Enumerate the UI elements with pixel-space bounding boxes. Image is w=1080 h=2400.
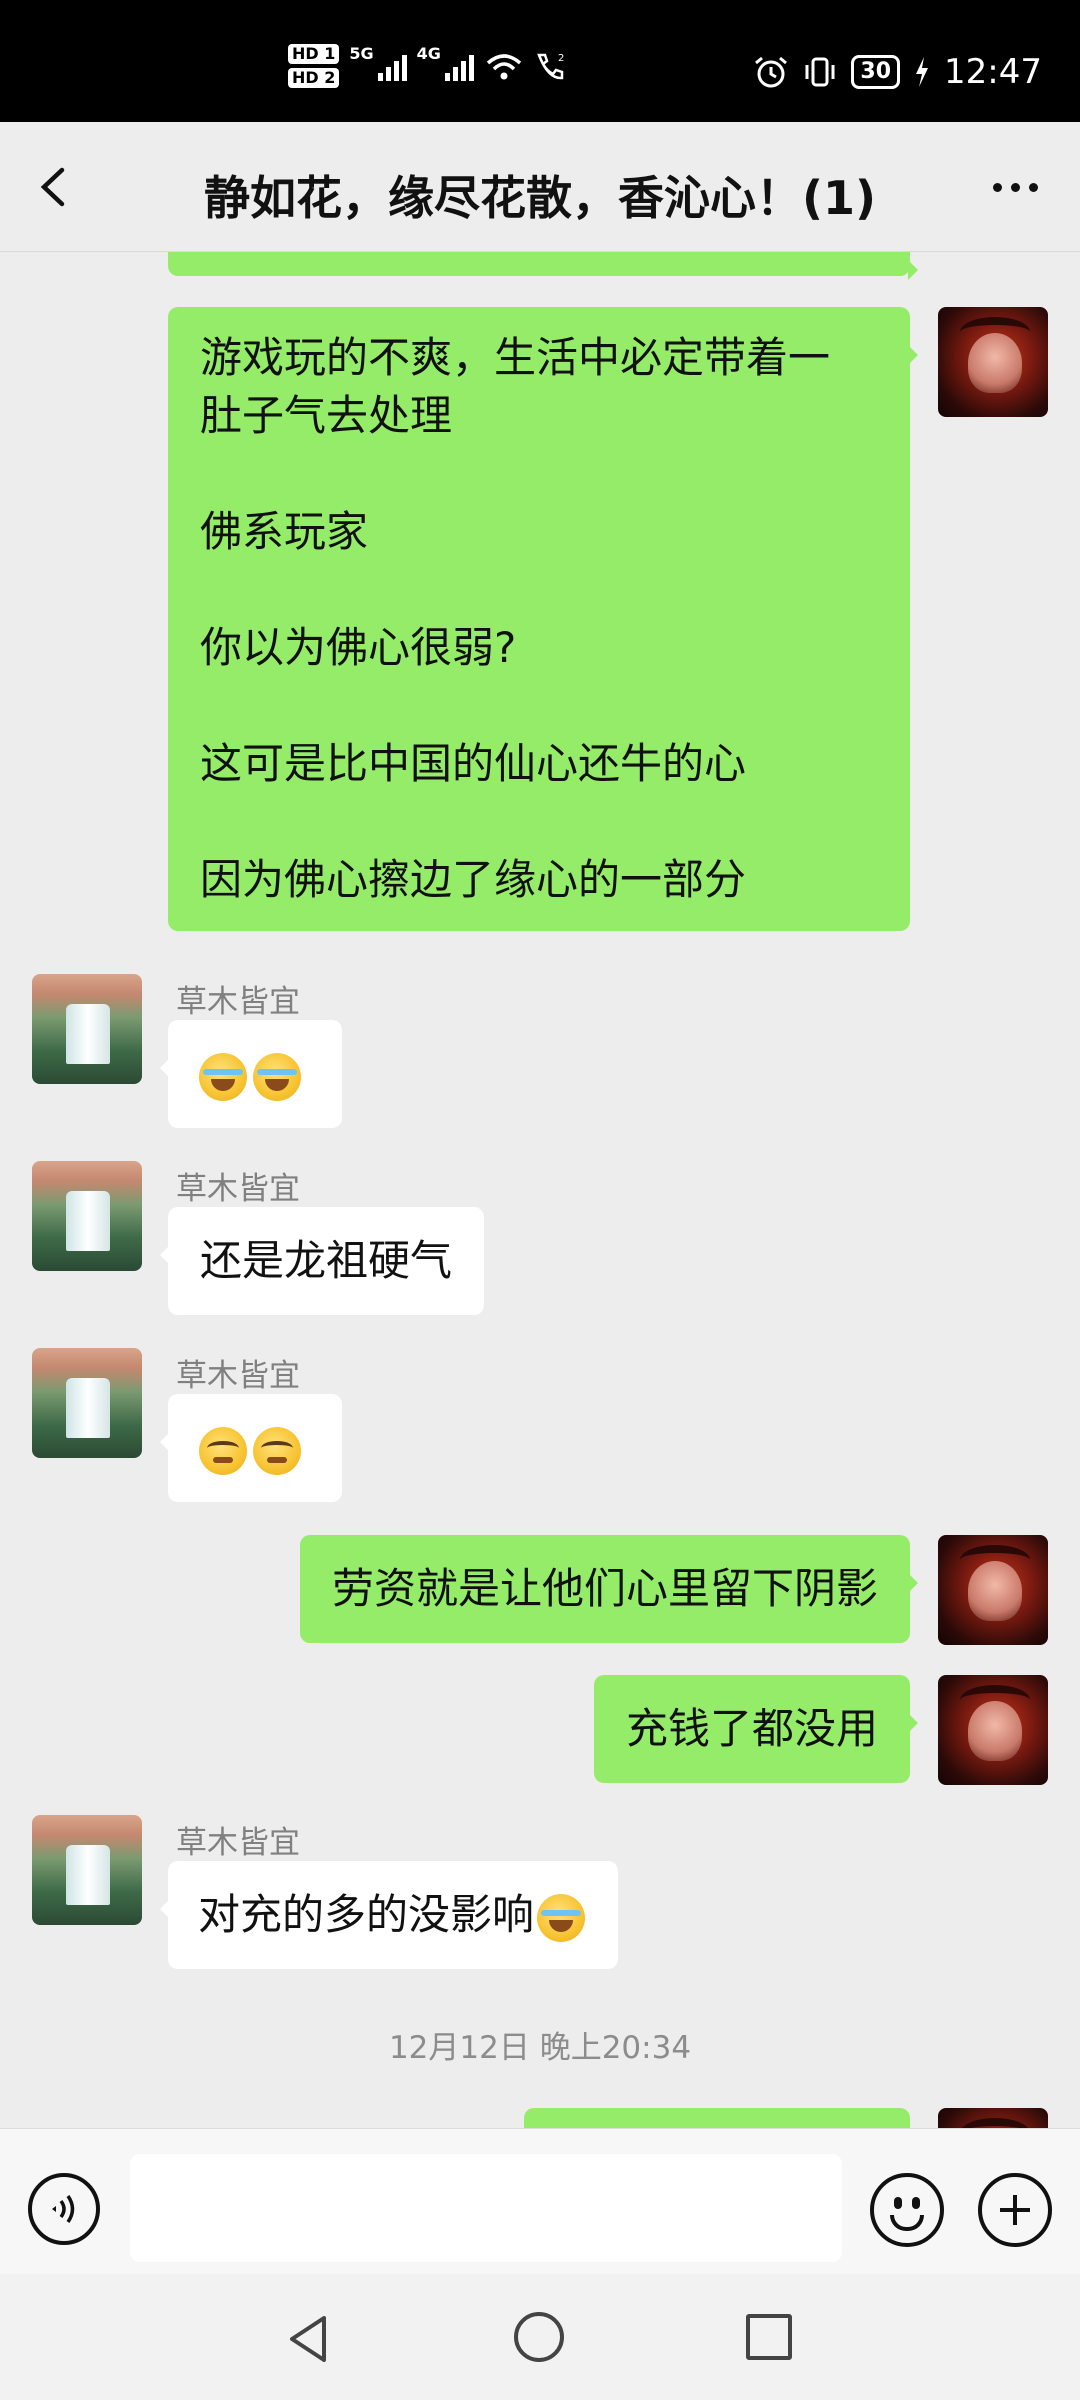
status-bar: HD 1 HD 2 5G 4G 2 30 12:47 bbox=[0, 0, 1080, 122]
my-avatar[interactable] bbox=[938, 307, 1048, 417]
contact-avatar[interactable] bbox=[32, 1815, 142, 1925]
my-avatar[interactable] bbox=[938, 2108, 1048, 2128]
message-bubble-other[interactable] bbox=[160, 1394, 342, 1502]
sender-name: 草木皆宜 bbox=[176, 984, 300, 1020]
smirk-emoji-icon bbox=[253, 1426, 301, 1475]
hd-badges: HD 1 HD 2 bbox=[288, 44, 340, 88]
nav-home-icon[interactable] bbox=[514, 2312, 564, 2362]
message-line: 肚子气去处理 bbox=[200, 391, 453, 440]
message-text: 劳资就是让他们心里留下阴影 bbox=[331, 1564, 878, 1613]
smirk-emoji-icon bbox=[199, 1426, 247, 1475]
chat-title: 静如花，缘尽花散，香沁心！(1) bbox=[203, 171, 877, 225]
cry-laugh-emoji-icon bbox=[537, 1893, 586, 1942]
net-4g-label: 4G bbox=[416, 44, 441, 63]
vibrate-icon bbox=[805, 57, 835, 87]
message-line: 这可是比中国的仙心还牛的心 bbox=[200, 739, 747, 788]
signal-4g-icon bbox=[444, 51, 474, 81]
net-5g-label: 5G bbox=[349, 44, 374, 63]
signal-5g-icon bbox=[377, 51, 407, 81]
chat-header: 静如花，缘尽花散，香沁心！(1) bbox=[0, 122, 1080, 252]
nav-back-icon[interactable] bbox=[284, 2314, 334, 2364]
message-bubble-partial[interactable] bbox=[168, 252, 918, 280]
message-line: 因为佛心擦边了缘心的一部分 bbox=[200, 855, 747, 904]
message-line: 游戏玩的不爽，生活中必定带着一 bbox=[200, 333, 831, 382]
input-bar bbox=[0, 2128, 1080, 2274]
message-bubble-mine[interactable]: 游戏玩的不爽，生活中必定带着一 肚子气去处理 佛系玩家 你以为佛心很弱? 这可是… bbox=[168, 307, 918, 931]
message-text: 对充的多的没影响 bbox=[198, 1890, 535, 1939]
clock: 12:47 bbox=[944, 52, 1042, 92]
plus-icon[interactable] bbox=[978, 2173, 1052, 2247]
emoji-icon[interactable] bbox=[870, 2173, 944, 2247]
wifi-icon bbox=[486, 54, 522, 80]
phone-hd-icon: 2 bbox=[537, 53, 564, 80]
message-text: 充钱了都没用 bbox=[625, 1704, 878, 1753]
sender-name: 草木皆宜 bbox=[176, 1171, 300, 1207]
cry-laugh-emoji-icon bbox=[253, 1052, 301, 1101]
message-bubble-other[interactable]: 还是龙祖硬气 bbox=[159, 1207, 485, 1315]
cry-laugh-emoji-icon bbox=[199, 1052, 247, 1101]
voice-icon[interactable] bbox=[28, 2173, 100, 2245]
signal-area: HD 1 HD 2 5G 4G 2 bbox=[288, 44, 568, 88]
hd1-badge: HD 1 bbox=[288, 44, 340, 64]
message-bubble-partial[interactable] bbox=[524, 2108, 910, 2128]
message-line: 佛系玩家 bbox=[200, 507, 369, 556]
system-nav-bar bbox=[0, 2274, 1080, 2400]
charging-icon bbox=[916, 57, 929, 87]
message-line: 你以为佛心很弱? bbox=[200, 623, 517, 672]
more-options-icon[interactable] bbox=[980, 162, 1050, 212]
sender-name: 草木皆宜 bbox=[176, 1825, 300, 1861]
timestamp: 12月12日 晚上20:34 bbox=[388, 2030, 692, 2066]
nav-recent-icon[interactable] bbox=[746, 2314, 792, 2360]
status-right: 30 12:47 bbox=[753, 52, 1042, 92]
message-list[interactable]: 游戏玩的不爽，生活中必定带着一 肚子气去处理 佛系玩家 你以为佛心很弱? 这可是… bbox=[0, 252, 1080, 2128]
contact-avatar[interactable] bbox=[32, 1348, 142, 1458]
message-text: 还是龙祖硬气 bbox=[200, 1236, 453, 1285]
message-bubble-other[interactable] bbox=[160, 1020, 342, 1128]
my-avatar[interactable] bbox=[938, 1535, 1048, 1645]
back-arrow-icon[interactable] bbox=[30, 162, 80, 212]
my-avatar[interactable] bbox=[938, 1675, 1048, 1785]
hd2-badge: HD 2 bbox=[288, 68, 340, 88]
alarm-icon bbox=[755, 56, 788, 88]
message-bubble-mine[interactable]: 劳资就是让他们心里留下阴影 bbox=[299, 1535, 919, 1643]
message-bubble-mine[interactable]: 充钱了都没用 bbox=[593, 1675, 919, 1783]
contact-avatar[interactable] bbox=[32, 974, 142, 1084]
svg-text:2: 2 bbox=[558, 53, 564, 64]
message-input[interactable] bbox=[130, 2154, 842, 2262]
contact-avatar[interactable] bbox=[32, 1161, 142, 1271]
sender-name: 草木皆宜 bbox=[176, 1358, 300, 1394]
battery-indicator: 30 bbox=[851, 55, 901, 89]
voice-waves-icon bbox=[52, 2195, 75, 2223]
message-bubble-other[interactable]: 对充的多的没影响 bbox=[159, 1861, 619, 1969]
